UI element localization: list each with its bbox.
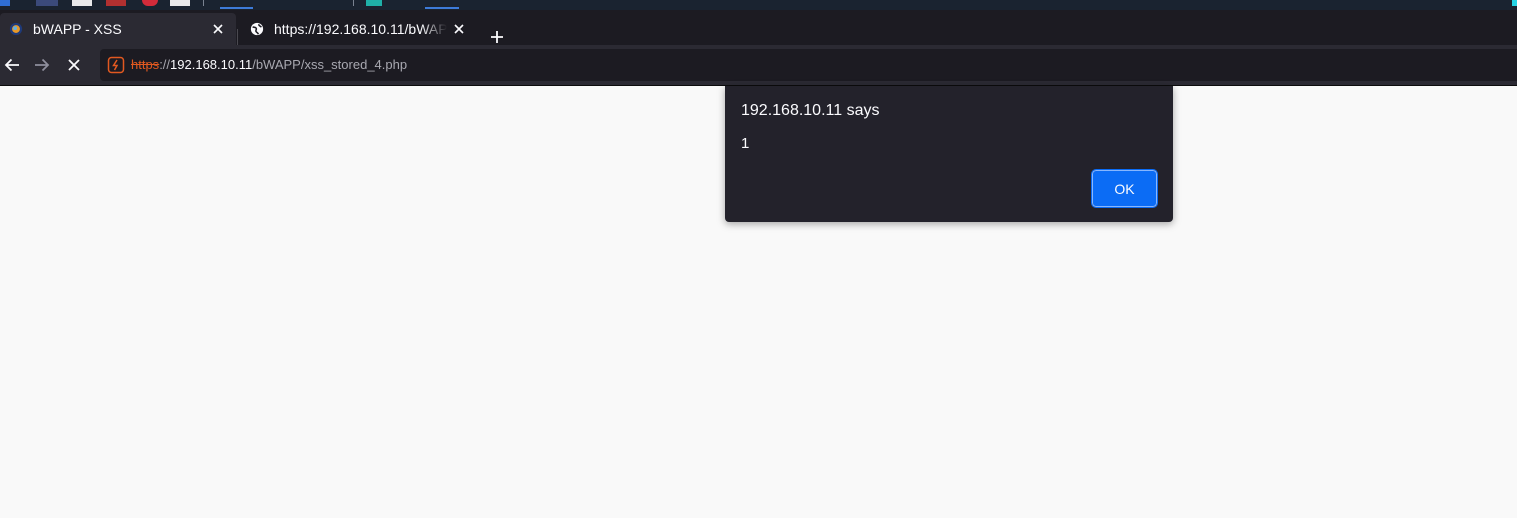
address-bar[interactable]: https://192.168.10.11/bWAPP/xss_stored_4… xyxy=(100,49,1517,81)
navigation-toolbar: https://192.168.10.11/bWAPP/xss_stored_4… xyxy=(0,45,1517,85)
close-icon xyxy=(68,59,80,71)
tab-title: bWAPP - XSS xyxy=(33,21,122,37)
stop-loading-button[interactable] xyxy=(62,53,86,77)
plus-icon xyxy=(491,31,503,43)
taskbar-app-icon[interactable] xyxy=(36,0,58,6)
url-separator: :// xyxy=(159,57,171,72)
alert-dialog: 192.168.10.11 says 1 OK xyxy=(725,86,1173,222)
os-taskbar xyxy=(0,0,1517,10)
arrow-left-icon xyxy=(4,58,19,72)
globe-icon xyxy=(250,22,264,36)
arrow-right-icon xyxy=(35,58,50,72)
tab-title: https://192.168.10.11/bWAPP/xss_stored_4… xyxy=(274,21,447,37)
url-scheme: https xyxy=(131,57,160,72)
tab-close-icon[interactable] xyxy=(206,17,230,41)
taskbar-app-icon[interactable] xyxy=(106,0,126,6)
url-text[interactable]: https://192.168.10.11/bWAPP/xss_stored_4… xyxy=(131,57,407,73)
ok-button[interactable]: OK xyxy=(1091,169,1158,208)
taskbar-window-indicator xyxy=(425,7,459,9)
start-menu-icon[interactable] xyxy=(0,0,10,6)
bwapp-favicon-icon xyxy=(9,22,23,36)
taskbar-app-icon[interactable] xyxy=(142,0,158,6)
taskbar-app-icon[interactable] xyxy=(72,0,92,6)
taskbar-divider xyxy=(203,0,204,6)
dialog-title: 192.168.10.11 says xyxy=(741,102,880,119)
tab-xss-stored-page[interactable]: https://192.168.10.11/bWAPP/xss_stored_4… xyxy=(241,13,477,45)
tab-strip: bWAPP - XSS https://192.168.10.11/bWAPP/… xyxy=(0,10,1517,47)
back-button[interactable] xyxy=(0,53,24,77)
taskbar-window-indicator xyxy=(220,7,253,9)
insecure-lock-icon[interactable] xyxy=(107,56,125,74)
forward-button[interactable] xyxy=(30,53,54,77)
taskbar-divider xyxy=(353,0,354,6)
tab-close-icon[interactable] xyxy=(447,17,471,41)
tab-bwapp-xss[interactable]: bWAPP - XSS xyxy=(0,13,236,45)
taskbar-tray-icon xyxy=(1512,0,1517,6)
taskbar-app-icon[interactable] xyxy=(170,0,190,6)
dialog-message: 1 xyxy=(741,135,750,152)
taskbar-app-icon[interactable] xyxy=(366,0,382,6)
url-host: 192.168.10.11 xyxy=(170,57,253,72)
url-path: /bWAPP/xss_stored_4.php xyxy=(252,57,408,72)
